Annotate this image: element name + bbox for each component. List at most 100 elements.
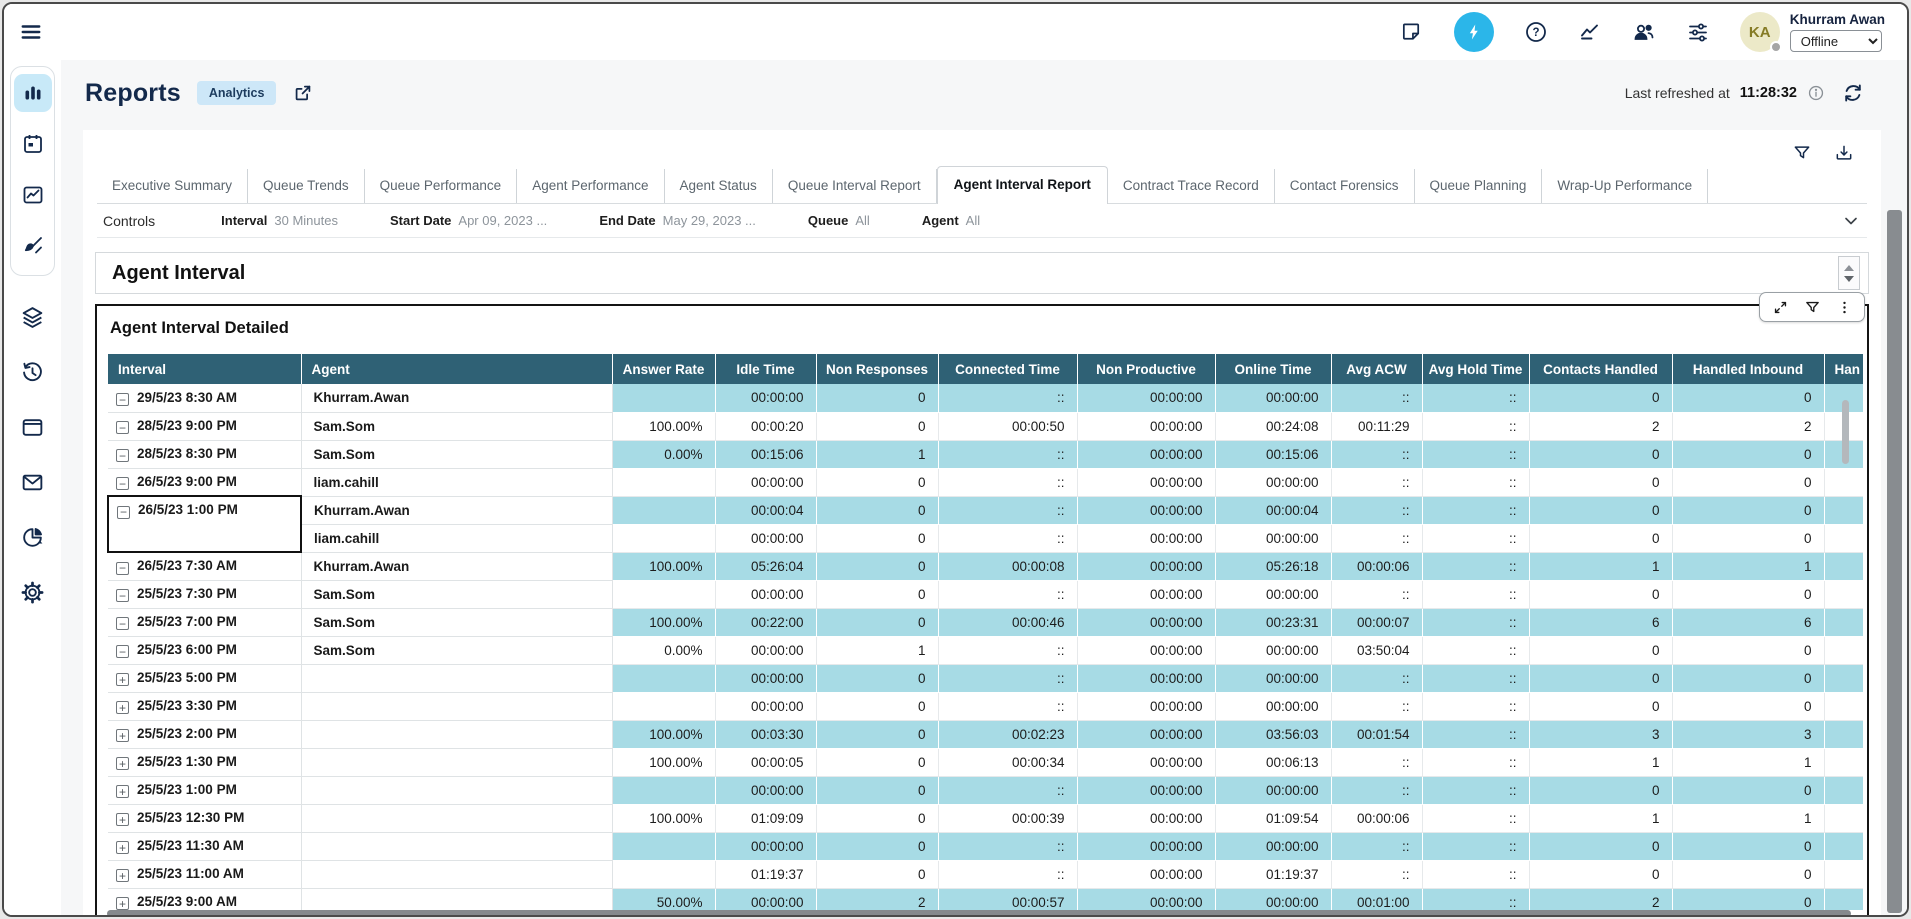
interval-cell[interactable]: −25/5/23 7:00 PM [108,608,301,636]
tab-contact-forensics[interactable]: Contact Forensics [1275,169,1415,203]
interval-cell[interactable]: +25/5/23 2:00 PM [108,720,301,748]
tab-queue-trends[interactable]: Queue Trends [248,169,365,203]
download-icon[interactable] [1833,142,1855,164]
column-header-agent[interactable]: Agent [301,354,612,384]
interval-cell[interactable]: +25/5/23 1:30 PM [108,748,301,776]
sidebar-item-mail[interactable] [18,467,48,497]
analytics-badge[interactable]: Analytics [197,81,277,105]
expand-row-icon[interactable]: + [116,701,129,714]
expand-row-icon[interactable]: + [116,897,129,910]
interval-cell[interactable]: +25/5/23 9:00 AM [108,888,301,910]
collapse-row-icon[interactable]: − [116,562,129,575]
tab-queue-interval-report[interactable]: Queue Interval Report [773,169,937,203]
expand-row-icon[interactable]: + [116,757,129,770]
page-scrollbar[interactable] [1887,210,1902,913]
filter-icon[interactable] [1791,142,1813,164]
line-chart-icon[interactable] [1578,20,1602,44]
column-header-handled-inbound[interactable]: Handled Inbound [1672,354,1824,384]
sidebar-item-analytics[interactable] [14,176,52,214]
expand-row-icon[interactable]: + [116,785,129,798]
column-header-idle-time[interactable]: Idle Time [715,354,816,384]
interval-cell[interactable]: −25/5/23 6:00 PM [108,636,301,664]
collapse-row-icon[interactable]: − [116,449,129,462]
expand-row-icon[interactable]: + [116,869,129,882]
interval-cell[interactable]: −26/5/23 7:30 AM [108,552,301,580]
interval-cell[interactable]: +25/5/23 11:00 AM [108,860,301,888]
expand-row-icon[interactable]: + [116,729,129,742]
column-header-online-time[interactable]: Online Time [1215,354,1331,384]
widget-filter-icon[interactable] [1803,298,1821,316]
control-end-date[interactable]: End DateMay 29, 2023 ... [599,213,756,228]
sidebar-item-layers[interactable] [18,302,48,332]
tab-contract-trace-record[interactable]: Contract Trace Record [1108,169,1275,203]
controls-label[interactable]: Controls [103,213,155,229]
column-header-non-productive[interactable]: Non Productive [1077,354,1215,384]
interval-cell[interactable]: +25/5/23 1:00 PM [108,776,301,804]
interval-cell[interactable]: −28/5/23 8:30 PM [108,440,301,468]
control-interval[interactable]: Interval30 Minutes [221,213,338,228]
expand-row-icon[interactable]: + [116,673,129,686]
tab-agent-status[interactable]: Agent Status [665,169,773,203]
sliders-icon[interactable] [1686,20,1710,44]
sidebar-item-pie[interactable] [18,522,48,552]
expand-icon[interactable] [1771,298,1789,316]
refresh-icon[interactable] [1841,81,1865,105]
help-icon[interactable]: ? [1524,20,1548,44]
tab-executive-summary[interactable]: Executive Summary [97,169,248,203]
table-vertical-scrollbar[interactable] [1842,400,1849,464]
status-select[interactable]: Offline [1790,30,1882,52]
column-header-contacts-handled[interactable]: Contacts Handled [1529,354,1672,384]
collapse-row-icon[interactable]: − [116,589,129,602]
external-link-icon[interactable] [292,82,314,104]
collapse-row-icon[interactable]: − [116,617,129,630]
spinner-down-icon[interactable] [1844,276,1854,282]
interval-cell[interactable]: +25/5/23 5:00 PM [108,664,301,692]
control-start-date[interactable]: Start DateApr 09, 2023 ... [390,213,547,228]
bolt-icon[interactable] [1454,12,1494,52]
hamburger-menu-icon[interactable] [20,21,42,43]
sidebar-item-history[interactable] [18,357,48,387]
tab-queue-performance[interactable]: Queue Performance [365,169,518,203]
column-header-avg-acw[interactable]: Avg ACW [1331,354,1422,384]
tab-agent-performance[interactable]: Agent Performance [517,169,664,203]
avatar[interactable]: KA [1740,12,1780,52]
collapse-row-icon[interactable]: − [117,506,130,519]
note-icon[interactable] [1400,20,1424,44]
tab-queue-planning[interactable]: Queue Planning [1415,169,1543,203]
collapse-row-icon[interactable]: − [116,645,129,658]
control-agent[interactable]: AgentAll [922,213,980,228]
table-horizontal-scrollbar[interactable] [107,910,1851,917]
interval-cell[interactable]: −25/5/23 7:30 PM [108,580,301,608]
sidebar-item-window[interactable] [18,412,48,442]
users-icon[interactable] [1632,20,1656,44]
control-queue[interactable]: QueueAll [808,213,870,228]
interval-cell[interactable]: +25/5/23 3:30 PM [108,692,301,720]
expand-row-icon[interactable]: + [116,813,129,826]
sidebar-item-reports[interactable] [14,74,52,112]
sidebar-item-design[interactable] [14,227,52,265]
tab-agent-interval-report[interactable]: Agent Interval Report [937,166,1108,204]
column-header-han[interactable]: Han [1824,354,1863,384]
info-icon[interactable] [1807,84,1825,102]
expand-row-icon[interactable]: + [116,841,129,854]
sidebar-item-schedule[interactable] [14,125,52,163]
interval-cell[interactable]: −29/5/23 8:30 AM [108,384,301,412]
interval-cell[interactable]: −26/5/23 1:00 PM [108,496,301,552]
chevron-down-icon[interactable] [1841,211,1861,231]
interval-cell[interactable]: +25/5/23 11:30 AM [108,832,301,860]
interval-cell[interactable]: −26/5/23 9:00 PM [108,468,301,496]
column-header-answer-rate[interactable]: Answer Rate [612,354,715,384]
column-header-interval[interactable]: Interval [108,354,301,384]
spinner-up-icon[interactable] [1844,265,1854,271]
interval-cell[interactable]: −28/5/23 9:00 PM [108,412,301,440]
collapse-row-icon[interactable]: − [116,477,129,490]
collapse-row-icon[interactable]: − [116,421,129,434]
tab-wrap-up-performance[interactable]: Wrap-Up Performance [1542,169,1708,203]
column-header-non-responses[interactable]: Non Responses [816,354,938,384]
column-header-connected-time[interactable]: Connected Time [938,354,1077,384]
interval-cell[interactable]: +25/5/23 12:30 PM [108,804,301,832]
sidebar-item-settings[interactable] [18,577,48,607]
kebab-menu-icon[interactable] [1835,298,1853,316]
collapse-row-icon[interactable]: − [116,393,129,406]
column-header-avg-hold-time[interactable]: Avg Hold Time [1422,354,1529,384]
